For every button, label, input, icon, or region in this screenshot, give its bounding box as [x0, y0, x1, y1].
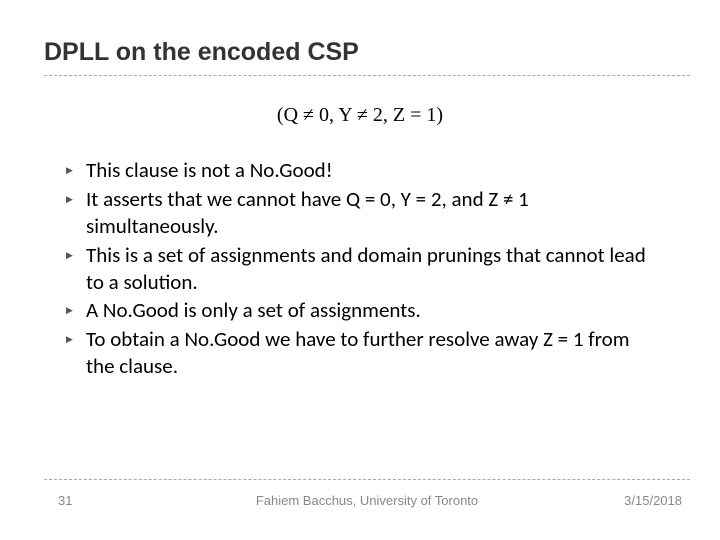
list-item: To obtain a No.Good we have to further r…	[66, 326, 660, 380]
slide-title: DPLL on the encoded CSP	[0, 0, 720, 75]
list-item: This is a set of assignments and domain …	[66, 242, 660, 296]
title-underline	[44, 75, 690, 76]
footer-center: Fahiem Bacchus, University of Toronto	[44, 493, 690, 508]
footer-line	[44, 479, 690, 480]
list-item: A No.Good is only a set of assignments.	[66, 297, 660, 324]
footer: 31 Fahiem Bacchus, University of Toronto…	[44, 493, 690, 508]
formula-text: (Q ≠ 0, Y ≠ 2, Z = 1)	[0, 104, 720, 127]
bullet-list: This clause is not a No.Good! It asserts…	[0, 157, 720, 380]
list-item: This clause is not a No.Good!	[66, 157, 660, 184]
list-item: It asserts that we cannot have Q = 0, Y …	[66, 186, 660, 240]
